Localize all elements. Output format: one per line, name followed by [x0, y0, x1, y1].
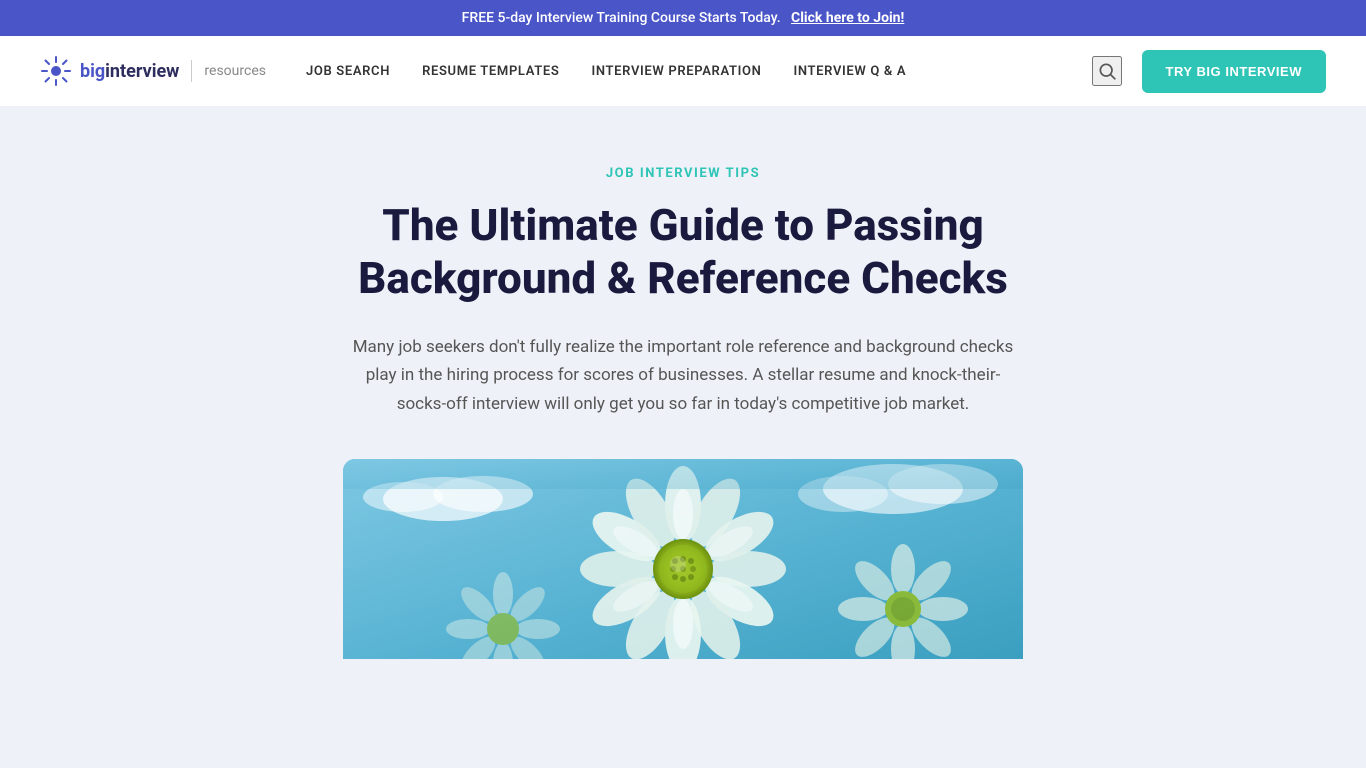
article-intro: Many job seekers don't fully realize the… — [343, 333, 1023, 420]
logo-big: big — [80, 61, 105, 82]
main-content: JOB INTERVIEW TIPS The Ultimate Guide to… — [0, 106, 1366, 726]
search-icon — [1097, 61, 1117, 81]
nav-resume-templates[interactable]: RESUME TEMPLATES — [422, 64, 559, 79]
banner-text: FREE 5-day Interview Training Course Sta… — [462, 10, 781, 26]
top-banner: FREE 5-day Interview Training Course Sta… — [0, 0, 1366, 36]
banner-link[interactable]: Click here to Join! — [791, 10, 904, 26]
article-title: The Ultimate Guide to Passing Background… — [343, 199, 1023, 305]
logo-icon — [40, 55, 72, 87]
search-button[interactable] — [1092, 56, 1122, 86]
nav-right: TRY BIG INTERVIEW — [1092, 50, 1326, 93]
main-nav: JOB SEARCH RESUME TEMPLATES INTERVIEW PR… — [306, 64, 1092, 79]
logo-interview: interview — [105, 61, 179, 82]
logo-area: biginterview resources — [40, 55, 266, 87]
category-label: JOB INTERVIEW TIPS — [343, 166, 1023, 181]
logo-divider — [191, 60, 192, 82]
site-header: biginterview resources JOB SEARCH RESUME… — [0, 36, 1366, 106]
article-container: JOB INTERVIEW TIPS The Ultimate Guide to… — [343, 166, 1023, 659]
logo-resources: resources — [204, 63, 266, 79]
nav-interview-preparation[interactable]: INTERVIEW PREPARATION — [591, 64, 761, 79]
hero-flower-illustration — [343, 459, 1023, 659]
logo-text[interactable]: biginterview resources — [80, 60, 266, 82]
hero-image — [343, 459, 1023, 659]
try-big-interview-button[interactable]: TRY BIG INTERVIEW — [1142, 50, 1326, 93]
nav-job-search[interactable]: JOB SEARCH — [306, 64, 390, 79]
nav-interview-qa[interactable]: INTERVIEW Q & A — [793, 64, 906, 79]
